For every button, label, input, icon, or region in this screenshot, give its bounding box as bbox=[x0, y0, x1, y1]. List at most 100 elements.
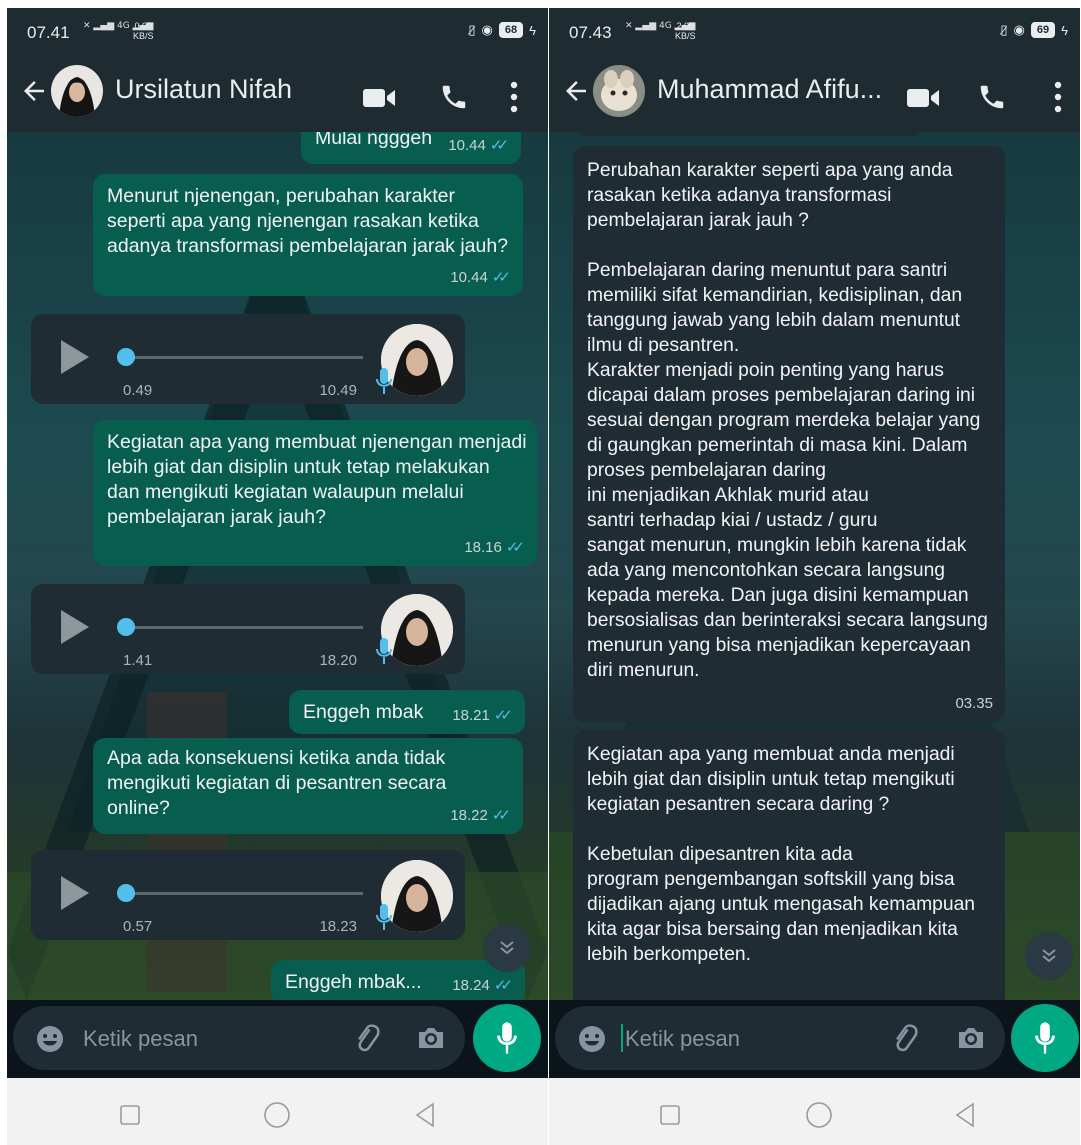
vibrate-icon: ▯̷ bbox=[468, 22, 476, 37]
emoji-icon[interactable] bbox=[35, 1024, 65, 1054]
chat-header: Muhammad Afifu... bbox=[549, 56, 1080, 132]
battery-level: 68 bbox=[498, 22, 524, 38]
scroll-down-button[interactable] bbox=[483, 924, 531, 972]
voice-call-icon[interactable] bbox=[977, 82, 1007, 112]
message-text: Kegiatan apa yang membuat njenengan menj… bbox=[107, 431, 527, 528]
double-check-icon: ✓✓ bbox=[489, 137, 509, 154]
double-check-icon: ✓✓ bbox=[505, 539, 525, 556]
status-bar: 07.43 ✕ ▂▄▆ 4G ▂▄▆ 2.00 KB/S ▯̷ ◉ 69 ϟ bbox=[549, 8, 1080, 56]
video-call-icon[interactable] bbox=[361, 86, 397, 110]
outgoing-message[interactable]: Kegiatan apa yang membuat njenengan menj… bbox=[93, 420, 537, 566]
voice-message[interactable]: 0.49 10.49 bbox=[31, 314, 465, 404]
outgoing-message[interactable]: Apa ada konsekuensi ketika anda tidak me… bbox=[93, 738, 523, 834]
message-time: 10.44 bbox=[450, 269, 488, 286]
lock-rotation-icon: ◉ bbox=[481, 22, 493, 37]
contact-avatar[interactable] bbox=[51, 65, 103, 117]
chat-area[interactable]: Perubahan karakter seperti apa yang anda… bbox=[549, 132, 1080, 1000]
back-nav-icon[interactable] bbox=[413, 1102, 437, 1128]
back-arrow-icon[interactable] bbox=[561, 76, 591, 106]
status-right: ▯̷ ◉ 68 ϟ bbox=[468, 22, 536, 38]
voice-message[interactable]: 0.57 18.23 bbox=[31, 850, 465, 940]
android-nav-bar bbox=[7, 1078, 548, 1145]
outgoing-message[interactable]: Enggeh mbak... 18.24 ✓✓ bbox=[271, 960, 525, 1000]
home-icon[interactable] bbox=[805, 1101, 833, 1129]
voice-message[interactable]: 1.41 18.20 bbox=[31, 584, 465, 674]
input-bar: Ketik pesan bbox=[7, 1000, 548, 1078]
home-icon[interactable] bbox=[263, 1101, 291, 1129]
message-time: 18.22 bbox=[450, 807, 488, 824]
voice-progress-track[interactable] bbox=[123, 892, 363, 895]
message-text: Kegiatan apa yang membuat anda menjadi l… bbox=[587, 744, 976, 965]
voice-progress-track[interactable] bbox=[123, 626, 363, 629]
mic-icon bbox=[376, 368, 392, 394]
voice-progress-handle[interactable] bbox=[117, 348, 135, 366]
scroll-down-button[interactable] bbox=[1025, 932, 1073, 980]
message-input[interactable]: Ketik pesan bbox=[555, 1006, 1005, 1070]
contact-name[interactable]: Ursilatun Nifah bbox=[115, 74, 292, 105]
double-check-icon: ✓✓ bbox=[491, 807, 511, 824]
record-voice-button[interactable] bbox=[473, 1004, 541, 1072]
battery-level: 69 bbox=[1030, 22, 1056, 38]
outgoing-message[interactable]: Enggeh mbak 18.21 ✓✓ bbox=[289, 690, 525, 734]
voice-progress-track[interactable] bbox=[123, 356, 363, 359]
incoming-message[interactable]: Kegiatan apa yang membuat anda menjadi l… bbox=[573, 730, 1005, 1000]
recents-icon[interactable] bbox=[659, 1104, 681, 1126]
message-meta: 03.35 bbox=[955, 691, 993, 716]
camera-icon[interactable] bbox=[415, 1022, 447, 1054]
status-bar: 07.41 ✕ ▂▄▆ 4G ▂▄▆ 0.00 KB/S ▯̷ ◉ 68 ϟ bbox=[7, 8, 548, 56]
attach-icon[interactable] bbox=[351, 1022, 383, 1054]
network-type: 4G bbox=[659, 21, 672, 31]
message-meta: 18.16 ✓✓ bbox=[464, 535, 525, 560]
left-phone-screen: 07.41 ✕ ▂▄▆ 4G ▂▄▆ 0.00 KB/S ▯̷ ◉ 68 ϟ Ur… bbox=[7, 8, 548, 1078]
attach-icon[interactable] bbox=[889, 1022, 921, 1054]
play-icon[interactable] bbox=[61, 340, 89, 374]
voice-time: 18.23 bbox=[319, 918, 357, 935]
message-text: Menurut njenengan, perubahan karakter se… bbox=[107, 185, 509, 257]
back-arrow-icon[interactable] bbox=[19, 76, 49, 106]
recents-icon[interactable] bbox=[119, 1104, 141, 1126]
vibrate-icon: ▯̷ bbox=[1000, 22, 1008, 37]
video-call-icon[interactable] bbox=[905, 86, 941, 110]
lock-rotation-icon: ◉ bbox=[1013, 22, 1025, 37]
mic-icon bbox=[1035, 1022, 1055, 1054]
net-speed: 0.00 KB/S bbox=[133, 21, 154, 41]
voice-progress-handle[interactable] bbox=[117, 884, 135, 902]
message-time: 18.24 bbox=[452, 977, 490, 994]
mic-icon bbox=[497, 1022, 517, 1054]
input-placeholder: Ketik pesan bbox=[83, 1026, 198, 1051]
voice-time: 10.49 bbox=[319, 382, 357, 399]
voice-duration: 1.41 bbox=[123, 652, 153, 669]
contact-avatar[interactable] bbox=[593, 65, 645, 117]
android-nav-bar bbox=[549, 1078, 1080, 1145]
text-cursor bbox=[621, 1024, 623, 1052]
charging-icon: ϟ bbox=[529, 22, 536, 38]
record-voice-button[interactable] bbox=[1011, 1004, 1079, 1072]
message-time: 10.44 bbox=[448, 137, 486, 154]
message-time: 03.35 bbox=[955, 695, 993, 712]
net-speed-value: 0.00 bbox=[134, 21, 153, 31]
incoming-message[interactable]: Perubahan karakter seperti apa yang anda… bbox=[573, 146, 1005, 722]
input-bar: Ketik pesan bbox=[549, 1000, 1080, 1078]
outgoing-message[interactable]: Mulai ngggeh 10.44 ✓✓ bbox=[301, 132, 521, 164]
message-meta: 10.44 ✓✓ bbox=[448, 133, 509, 158]
message-input[interactable]: Ketik pesan bbox=[13, 1006, 465, 1070]
emoji-icon[interactable] bbox=[577, 1024, 607, 1054]
screenshot-composite: 07.41 ✕ ▂▄▆ 4G ▂▄▆ 0.00 KB/S ▯̷ ◉ 68 ϟ Ur… bbox=[0, 0, 1081, 1145]
more-options-icon[interactable] bbox=[1051, 80, 1065, 114]
input-placeholder: Ketik pesan bbox=[625, 1026, 740, 1051]
play-icon[interactable] bbox=[61, 876, 89, 910]
outgoing-message[interactable]: Menurut njenengan, perubahan karakter se… bbox=[93, 174, 523, 296]
net-speed-unit: KB/S bbox=[675, 31, 696, 41]
message-text: Perubahan karakter seperti apa yang anda… bbox=[587, 160, 988, 681]
message-meta: 18.22 ✓✓ bbox=[450, 803, 511, 828]
play-icon[interactable] bbox=[61, 610, 89, 644]
chevron-double-down-icon bbox=[500, 941, 514, 955]
back-nav-icon[interactable] bbox=[953, 1102, 977, 1128]
voice-call-icon[interactable] bbox=[439, 82, 469, 112]
message-text: Mulai ngggeh bbox=[315, 132, 433, 149]
voice-progress-handle[interactable] bbox=[117, 618, 135, 636]
contact-name[interactable]: Muhammad Afifu... bbox=[657, 74, 882, 105]
more-options-icon[interactable] bbox=[507, 80, 521, 114]
chat-area[interactable]: Mulai ngggeh 10.44 ✓✓ Menurut njenengan, … bbox=[7, 132, 548, 1000]
camera-icon[interactable] bbox=[955, 1022, 987, 1054]
